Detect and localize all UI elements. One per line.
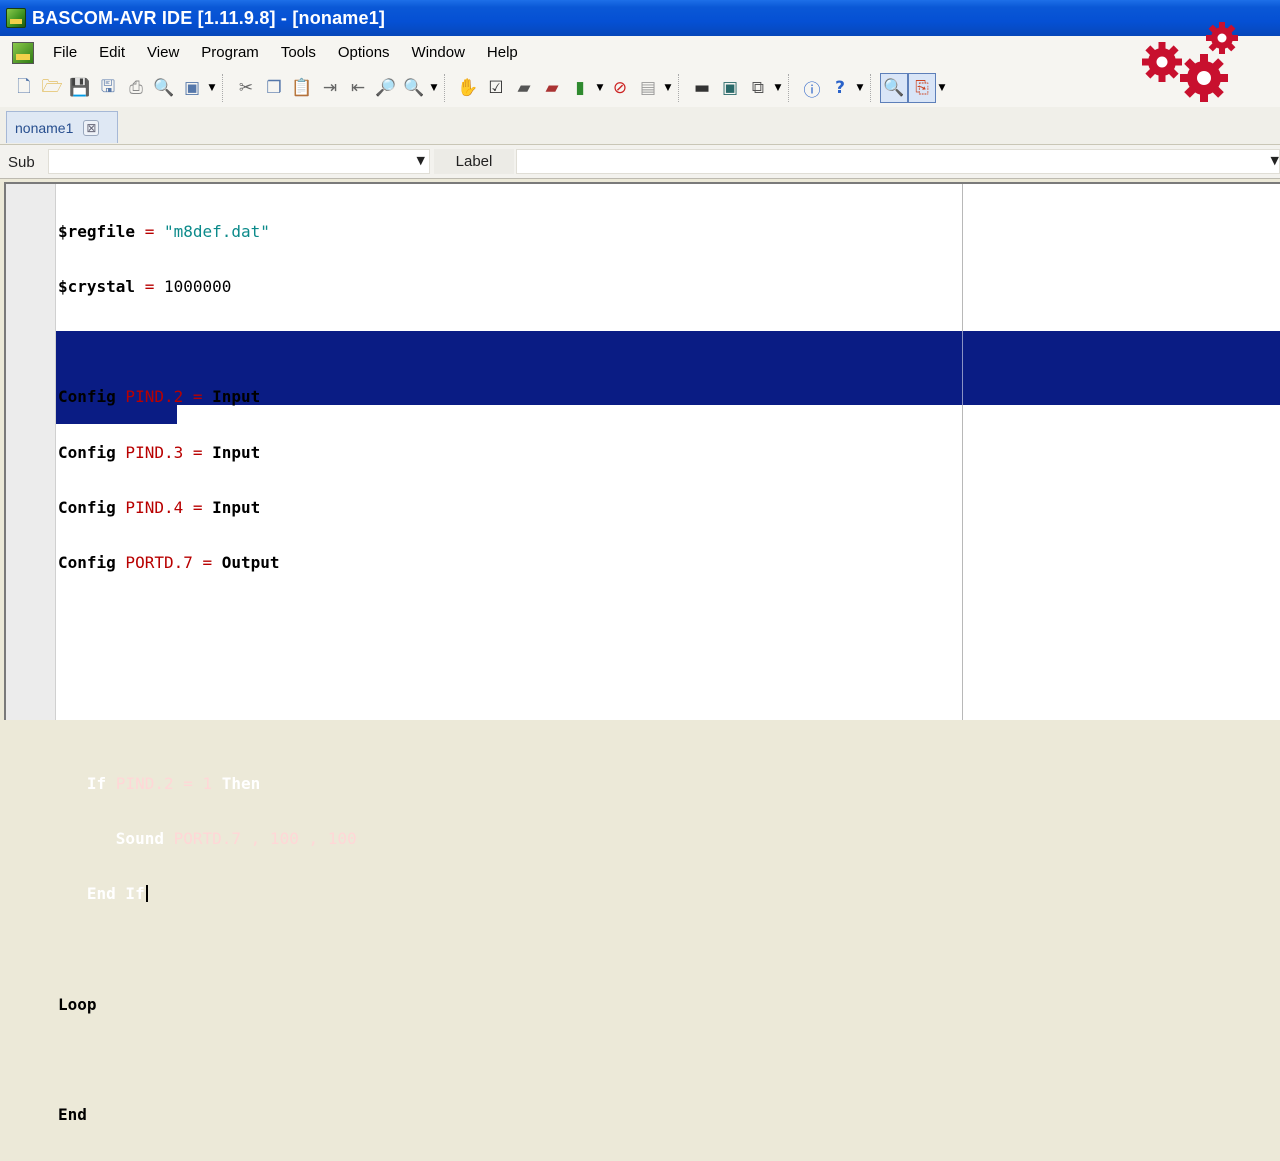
document-tab-bar: noname1 ⊠: [0, 107, 1280, 145]
chevron-down-icon[interactable]: ▼: [417, 154, 425, 167]
chevron-down-icon[interactable]: ▼: [206, 73, 218, 103]
copy-icon[interactable]: ❐: [260, 73, 288, 103]
title-bar: BASCOM-AVR IDE [1.11.9.8] - [noname1]: [0, 0, 1280, 36]
find-next-icon[interactable]: 🔍: [400, 73, 428, 103]
code-editor[interactable]: $regfile = "m8def.dat" $crystal = 100000…: [4, 182, 1280, 1124]
chevron-down-icon[interactable]: ▼: [428, 73, 440, 103]
toolbar-separator: [870, 74, 876, 102]
tab-label: noname1: [15, 119, 74, 136]
stop-icon[interactable]: ⊘: [606, 73, 634, 103]
cut-icon[interactable]: ✂: [232, 73, 260, 103]
battery-icon[interactable]: ▮: [566, 73, 594, 103]
menu-view[interactable]: View: [136, 36, 190, 69]
print-preview-icon[interactable]: 🔍: [150, 73, 178, 103]
code-line-selected: Sound PORTD.7 , 100 , 100: [58, 829, 357, 849]
menu-bar: File Edit View Program Tools Options Win…: [0, 36, 1280, 69]
unindent-icon[interactable]: ⇤: [344, 73, 372, 103]
syntax-check-icon[interactable]: ☑: [482, 73, 510, 103]
programmer-icon[interactable]: ▬: [688, 73, 716, 103]
right-margin-line: [962, 184, 963, 720]
label-label: Label: [434, 149, 514, 174]
code-line: $crystal = 1000000: [58, 277, 232, 297]
toolbar-separator: [678, 74, 684, 102]
code-line: $regfile = "m8def.dat": [58, 221, 270, 241]
chevron-down-icon[interactable]: ▼: [772, 73, 784, 103]
help-icon[interactable]: ?: [826, 73, 854, 103]
right-margin-line-selected: [962, 331, 963, 405]
menu-edit[interactable]: Edit: [88, 36, 136, 69]
window-icon[interactable]: ▤: [634, 73, 662, 103]
sub-label: Sub: [8, 154, 35, 171]
chip-red-icon[interactable]: ▰: [538, 73, 566, 103]
sub-dropdown[interactable]: ▼: [48, 149, 430, 174]
chip-icon[interactable]: ▰: [510, 73, 538, 103]
code-line: Config PIND.2 = Input: [58, 387, 261, 407]
paste-icon[interactable]: 📋: [288, 73, 316, 103]
chevron-down-icon[interactable]: ▼: [662, 73, 674, 103]
text-cursor: [145, 885, 148, 903]
code-line-selected: End If: [58, 885, 357, 903]
code-line-selected: If PIND.2 = 1 Then: [58, 773, 261, 793]
chevron-down-icon[interactable]: ▼: [594, 73, 606, 103]
label-dropdown[interactable]: ▼: [516, 149, 1280, 174]
indent-icon[interactable]: ⇥: [316, 73, 344, 103]
toolbar-separator: [444, 74, 450, 102]
code-line: Config PORTD.7 = Output: [58, 553, 280, 573]
close-file-icon[interactable]: ▣: [178, 73, 206, 103]
navigation-bar: Sub ▼ Label ▼: [0, 145, 1280, 179]
tab-noname1[interactable]: noname1 ⊠: [6, 111, 118, 143]
open-folder-icon[interactable]: 🗁: [38, 73, 66, 103]
code-line: Config PIND.3 = Input: [58, 442, 261, 462]
compile-icon[interactable]: ✋: [454, 73, 482, 103]
pdf-icon[interactable]: ⎘: [908, 73, 936, 103]
terminal-icon[interactable]: ⧉: [744, 73, 772, 103]
print-icon[interactable]: ⎙: [122, 73, 150, 103]
menu-file[interactable]: File: [42, 36, 88, 69]
new-file-icon[interactable]: 🗋: [10, 73, 38, 103]
code-line: End: [58, 1105, 87, 1125]
menu-help[interactable]: Help: [476, 36, 529, 69]
app-icon[interactable]: [6, 8, 26, 28]
toolbar: 🗋 🗁 💾 🖫 ⎙ 🔍 ▣ ▼ ✂ ❐ 📋 ⇥ ⇤ 🔎 🔍 ▼ ✋ ☑ ▰ ▰ …: [0, 69, 1280, 107]
toolbar-separator: [222, 74, 228, 102]
window-title: BASCOM-AVR IDE [1.11.9.8] - [noname1]: [32, 7, 386, 28]
find-icon[interactable]: 🔎: [372, 73, 400, 103]
search-doc-icon[interactable]: 🔍: [880, 73, 908, 103]
save-as-icon[interactable]: 🖫: [94, 73, 122, 103]
chevron-down-icon[interactable]: ▼: [936, 73, 948, 103]
chevron-down-icon[interactable]: ▼: [854, 73, 866, 103]
code-text[interactable]: $regfile = "m8def.dat" $crystal = 100000…: [58, 186, 357, 1161]
editor-gutter: [6, 184, 56, 720]
code-line: Config PIND.4 = Input: [58, 497, 261, 517]
menu-options[interactable]: Options: [327, 36, 401, 69]
menu-window[interactable]: Window: [401, 36, 476, 69]
code-line-selected: Do: [58, 663, 78, 683]
menu-program[interactable]: Program: [190, 36, 270, 69]
save-icon[interactable]: 💾: [66, 73, 94, 103]
document-icon[interactable]: [12, 41, 34, 64]
gears-logo-icon: [1142, 22, 1238, 102]
lcd-icon[interactable]: ▣: [716, 73, 744, 103]
info-icon[interactable]: ⓘ: [798, 73, 826, 103]
toolbar-separator: [788, 74, 794, 102]
code-line: Loop: [58, 994, 97, 1014]
close-icon[interactable]: ⊠: [83, 119, 100, 136]
menu-tools[interactable]: Tools: [270, 36, 327, 69]
chevron-down-icon[interactable]: ▼: [1271, 154, 1279, 167]
